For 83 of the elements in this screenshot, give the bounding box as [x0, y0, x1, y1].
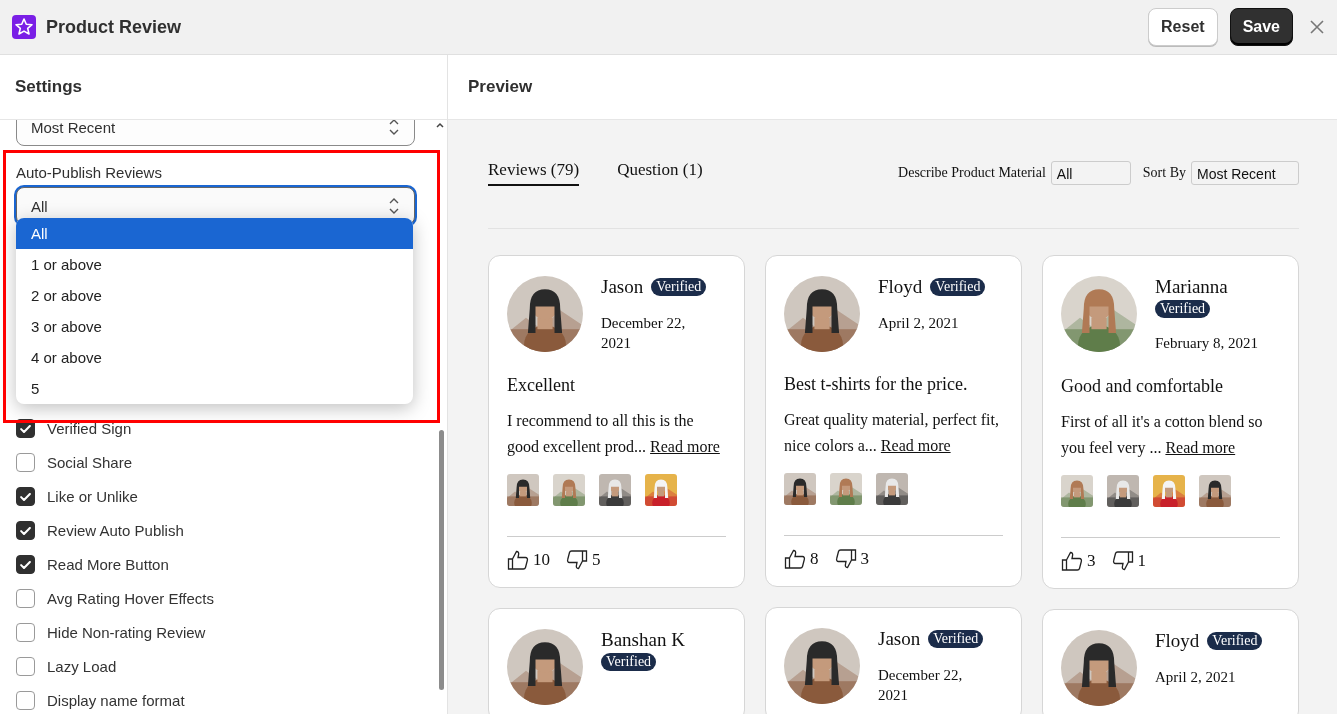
- thumbs-up-icon[interactable]: [784, 548, 806, 570]
- save-button[interactable]: Save: [1229, 8, 1293, 46]
- field-label: Auto-Publish Reviews: [16, 164, 163, 181]
- close-icon[interactable]: [1309, 19, 1325, 35]
- checkmark-icon: [20, 526, 31, 535]
- checkbox-label: Avg Rating Hover Effects: [47, 590, 215, 607]
- dropdown-option[interactable]: 4 or above: [16, 342, 413, 373]
- dropdown-option[interactable]: 2 or above: [16, 280, 413, 311]
- verified-badge: Verified: [1207, 631, 1263, 650]
- checkmark-icon: [20, 424, 31, 433]
- checkbox-label: Social Share: [47, 454, 133, 471]
- review-text: Great quality material, perfect fit, nice colors a... Read more: [784, 410, 1000, 456]
- select-field[interactable]: Most Recent: [16, 120, 415, 146]
- review-date: February 8, 2021: [1155, 334, 1259, 353]
- reset-button[interactable]: Reset: [1148, 8, 1218, 46]
- dislike-count: 3: [860, 549, 869, 569]
- filter-label: Describe Product Material: [898, 165, 1046, 181]
- checkbox-label: Like or Unlike: [47, 488, 138, 505]
- review-title: Good and comfortable: [1061, 375, 1224, 397]
- checkbox[interactable]: [16, 521, 35, 540]
- checkbox-label: Lazy Load: [47, 658, 117, 675]
- reviewer-name: Marianna: [1155, 276, 1228, 298]
- reviewer-name: Floyd: [878, 276, 923, 298]
- like-count: 3: [1087, 550, 1096, 571]
- scrollbar[interactable]: [439, 430, 444, 690]
- verified-badge: Verified: [1155, 300, 1211, 318]
- checkbox-label: Verified Sign: [47, 420, 132, 437]
- checkbox[interactable]: [16, 657, 35, 676]
- filter-select[interactable]: All: [1050, 161, 1131, 185]
- thumbs-down-icon[interactable]: [1111, 549, 1134, 572]
- review-text: First of all it's a cotton blend so you feel very ... Read more: [1061, 411, 1264, 459]
- checkbox[interactable]: [16, 691, 35, 710]
- checkbox[interactable]: [16, 589, 35, 608]
- app-title: Product Review: [46, 16, 182, 38]
- checkbox[interactable]: [16, 555, 35, 574]
- panel-title: Preview: [448, 55, 1337, 120]
- read-more-link[interactable]: Read more: [880, 437, 951, 454]
- review-title: Best t-shirts for the price.: [784, 374, 969, 395]
- filter-select[interactable]: Most Recent: [1191, 161, 1299, 185]
- app-logo-icon: [12, 15, 36, 39]
- chevron-up-down-icon: [388, 120, 400, 136]
- tab[interactable]: Reviews (79): [488, 160, 580, 186]
- thumbs-down-icon[interactable]: [834, 548, 857, 570]
- reviewer-name: Banshan K: [601, 629, 685, 651]
- review-date: December 22, 2021: [601, 314, 687, 353]
- dropdown-option[interactable]: All: [16, 218, 413, 249]
- filter-label: Sort By: [1142, 165, 1186, 181]
- scroll-up-icon[interactable]: [436, 122, 444, 128]
- dislike-count: 5: [592, 550, 601, 570]
- verified-badge: Verified: [601, 653, 657, 671]
- review-text: I recommend to all this is the good excellent prod... Read more: [507, 411, 721, 458]
- dropdown-option[interactable]: 1 or above: [16, 249, 413, 280]
- tab[interactable]: Question (1): [617, 160, 703, 186]
- dropdown-option[interactable]: 3 or above: [16, 311, 413, 342]
- dislike-count: 1: [1137, 550, 1146, 571]
- thumbs-up-icon[interactable]: [1061, 549, 1083, 572]
- verified-badge: Verified: [928, 630, 984, 648]
- review-date: December 22, 2021: [878, 666, 964, 705]
- checkbox-label: Review Auto Publish: [47, 522, 184, 539]
- review-date: April 2, 2021: [1155, 667, 1237, 687]
- checkbox-label: Hide Non-rating Review: [47, 624, 206, 641]
- checkbox[interactable]: [16, 453, 35, 472]
- dropdown-option[interactable]: 5: [16, 373, 413, 404]
- read-more-link[interactable]: Read more: [650, 438, 720, 455]
- like-count: 10: [533, 550, 550, 570]
- reviewer-name: Floyd: [1155, 629, 1200, 652]
- checkbox-label: Display name format: [47, 692, 185, 709]
- checkbox[interactable]: [16, 623, 35, 642]
- thumbs-up-icon[interactable]: [507, 549, 529, 571]
- chevron-up-down-icon: [388, 197, 400, 215]
- verified-badge: Verified: [930, 278, 986, 296]
- like-count: 8: [810, 549, 819, 569]
- checkbox-label: Read More Button: [47, 556, 169, 573]
- review-date: April 2, 2021: [878, 314, 960, 333]
- checkmark-icon: [20, 560, 31, 569]
- reviewer-name: Jason: [878, 628, 921, 650]
- checkbox[interactable]: [16, 487, 35, 506]
- review-title: Excellent: [507, 375, 576, 396]
- verified-badge: Verified: [651, 278, 707, 296]
- read-more-link[interactable]: Read more: [1165, 438, 1236, 456]
- checkmark-icon: [20, 492, 31, 501]
- reviewer-name: Jason: [601, 276, 644, 298]
- thumbs-down-icon[interactable]: [566, 549, 588, 571]
